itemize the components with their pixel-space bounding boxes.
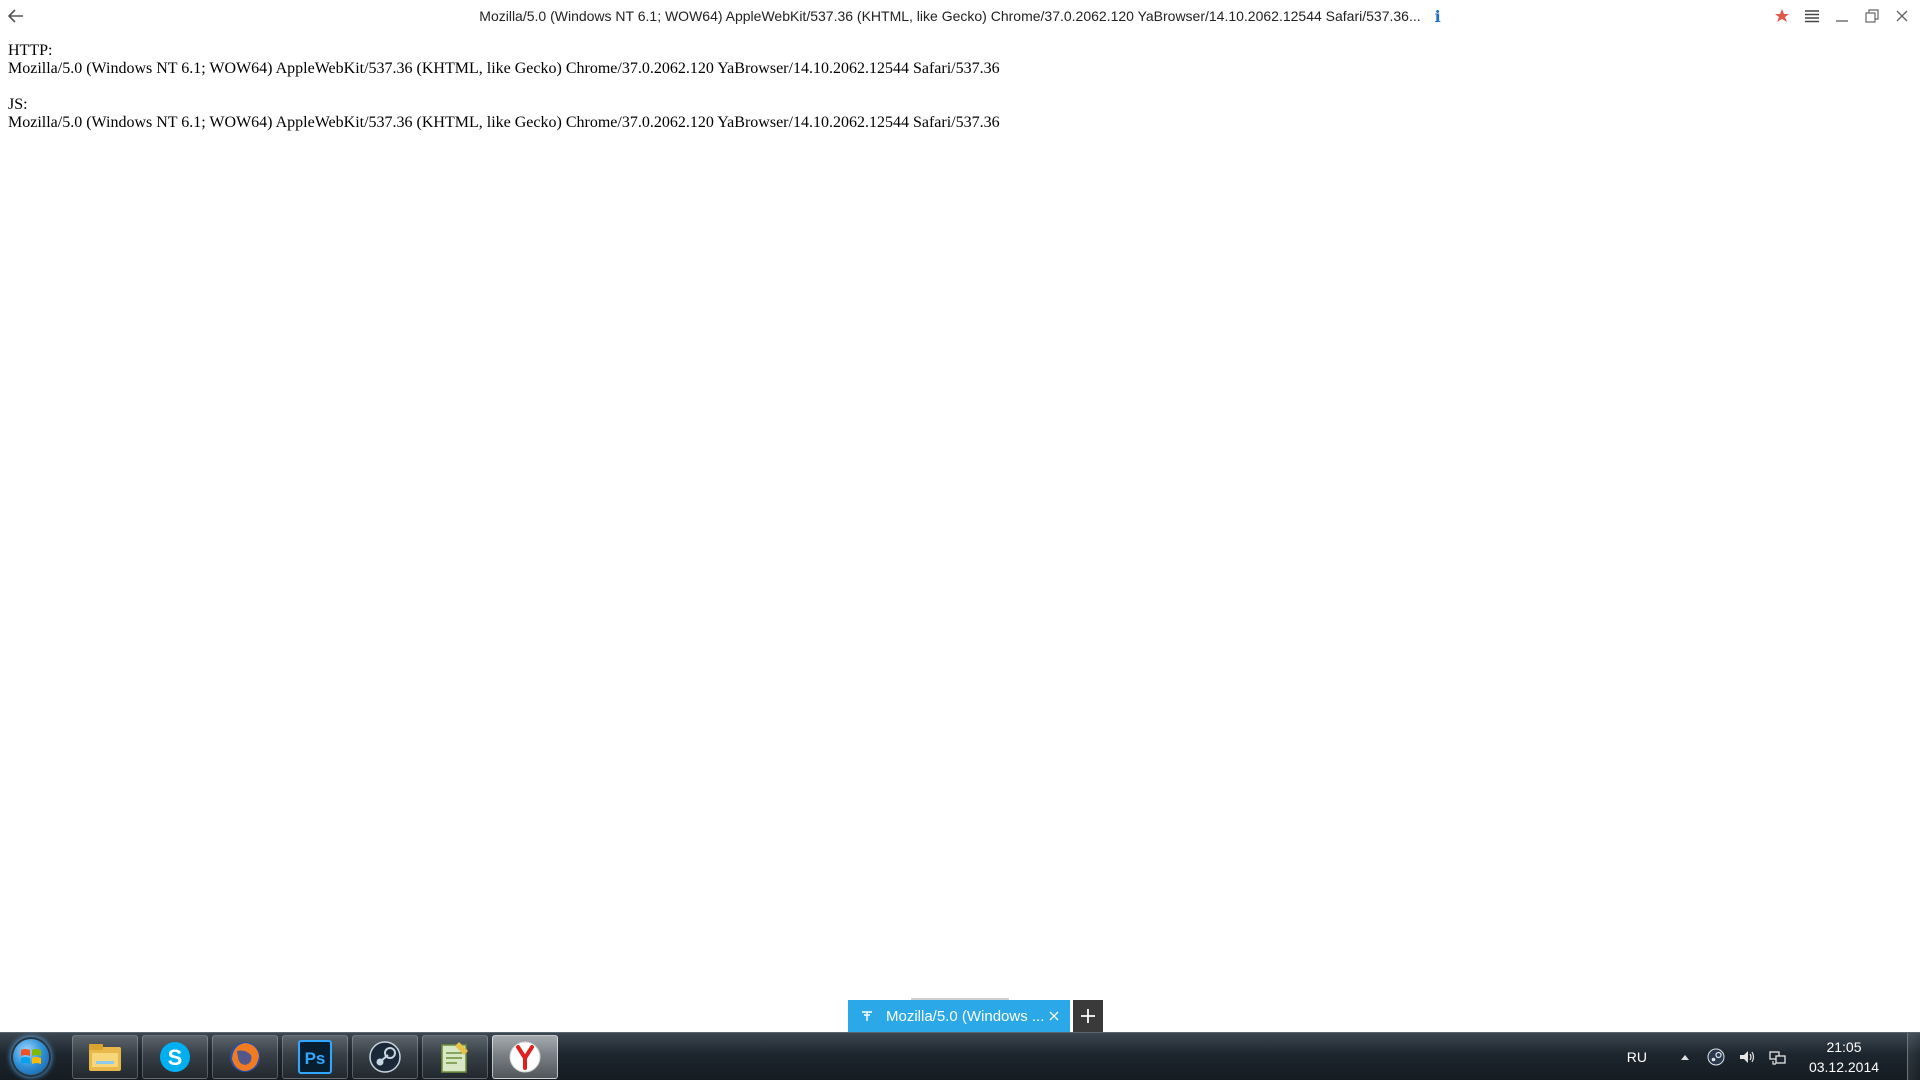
http-label: HTTP: — [8, 42, 53, 59]
hamburger-menu-icon — [1805, 10, 1819, 23]
close-icon — [1896, 10, 1908, 22]
taskbar-clock[interactable]: 21:05 03.12.2014 — [1799, 1037, 1889, 1077]
network-icon — [1769, 1051, 1786, 1065]
system-tray: RU 21:05 03.12.2014 — [1627, 1033, 1920, 1080]
language-indicator[interactable]: RU — [1627, 1049, 1647, 1065]
minimize-icon — [1836, 20, 1848, 22]
show-hidden-icons-button[interactable] — [1675, 1047, 1695, 1067]
minimize-button[interactable] — [1830, 4, 1854, 28]
show-desktop-button[interactable] — [1907, 1033, 1920, 1080]
steam-icon — [369, 1041, 401, 1073]
restore-button[interactable] — [1860, 4, 1884, 28]
new-tab-button[interactable] — [1073, 1000, 1103, 1032]
back-arrow-icon — [8, 9, 23, 23]
firefox-icon — [230, 1042, 260, 1072]
js-user-agent: Mozilla/5.0 (Windows NT 6.1; WOW64) Appl… — [8, 114, 1000, 131]
taskbar-notepad[interactable] — [422, 1035, 488, 1079]
windows-logo-icon — [11, 1037, 51, 1077]
yandex-browser-icon — [509, 1041, 541, 1073]
clock-time: 21:05 — [1826, 1039, 1862, 1055]
start-button[interactable] — [4, 1035, 58, 1079]
windows-taskbar: S Ps RU 21:05 03.12.2014 — [0, 1032, 1920, 1080]
close-window-button[interactable] — [1890, 4, 1914, 28]
js-block: JS: Mozilla/5.0 (Windows NT 6.1; WOW64) … — [8, 96, 1000, 132]
svg-text:Ps: Ps — [305, 1049, 326, 1068]
notepad-icon — [441, 1042, 468, 1073]
back-button[interactable] — [4, 4, 28, 28]
skype-icon: S — [160, 1042, 190, 1072]
speaker-icon — [1740, 1051, 1755, 1063]
tray-steam[interactable] — [1706, 1047, 1726, 1067]
taskbar-photoshop[interactable]: Ps — [282, 1035, 348, 1079]
tab-close-button[interactable] — [1046, 1008, 1062, 1024]
taskbar-firefox[interactable] — [212, 1035, 278, 1079]
tray-network[interactable] — [1768, 1047, 1788, 1067]
shield-star-icon — [1775, 9, 1789, 22]
taskbar-steam[interactable] — [352, 1035, 418, 1079]
protect-button[interactable] — [1770, 4, 1794, 28]
js-label: JS: — [8, 96, 28, 113]
chevron-up-icon — [1681, 1055, 1689, 1060]
svg-text:S: S — [168, 1045, 183, 1070]
tray-volume[interactable] — [1737, 1047, 1757, 1067]
tab-label: Mozilla/5.0 (Windows ... — [886, 1007, 1045, 1025]
folder-icon — [89, 1044, 121, 1071]
close-icon — [1049, 1011, 1059, 1021]
browser-top-bar: Mozilla/5.0 (Windows NT 6.1; WOW64) Appl… — [0, 0, 1920, 32]
tab-favicon-icon — [860, 1009, 874, 1023]
taskbar-explorer[interactable] — [72, 1035, 138, 1079]
clock-date: 03.12.2014 — [1808, 1059, 1880, 1075]
taskbar-yandex-browser[interactable] — [492, 1035, 558, 1079]
page-title: Mozilla/5.0 (Windows NT 6.1; WOW64) Appl… — [479, 8, 1421, 24]
http-block: HTTP: Mozilla/5.0 (Windows NT 6.1; WOW64… — [8, 42, 1000, 78]
steam-icon — [1707, 1048, 1725, 1066]
plus-icon — [1081, 1009, 1095, 1023]
page-content: HTTP: Mozilla/5.0 (Windows NT 6.1; WOW64… — [8, 42, 1000, 150]
photoshop-icon: Ps — [298, 1040, 332, 1074]
menu-button[interactable] — [1800, 4, 1824, 28]
taskbar-skype[interactable]: S — [142, 1035, 208, 1079]
restore-icon — [1865, 9, 1879, 23]
info-icon[interactable]: i — [1435, 7, 1441, 26]
http-user-agent: Mozilla/5.0 (Windows NT 6.1; WOW64) Appl… — [8, 60, 1000, 77]
tab-active[interactable]: Mozilla/5.0 (Windows ... — [848, 1000, 1070, 1032]
